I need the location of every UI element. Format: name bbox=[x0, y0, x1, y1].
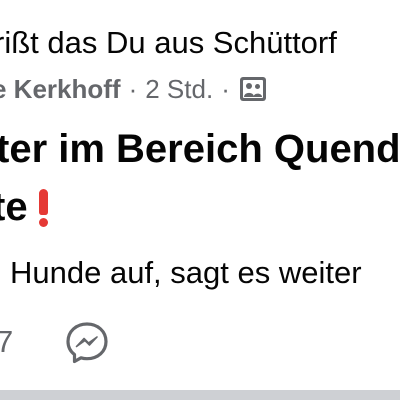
reaction-count[interactable]: 7 bbox=[0, 322, 13, 362]
messenger-share-button[interactable] bbox=[64, 320, 110, 366]
post-group-line[interactable]: rißt das Du aus Schüttorf bbox=[0, 23, 337, 63]
meta-separator: · bbox=[128, 74, 138, 104]
post-meta: e Kerkhoff · 2 Std. · bbox=[0, 72, 268, 106]
post-title-continued: te bbox=[0, 182, 48, 232]
messenger-icon bbox=[66, 322, 108, 364]
red-exclamation-icon bbox=[38, 187, 48, 227]
post-divider bbox=[0, 390, 400, 400]
post-title: ter im Bereich Quend bbox=[0, 127, 400, 171]
post-author[interactable]: e Kerkhoff bbox=[0, 72, 121, 106]
post-title-end: te bbox=[0, 185, 28, 229]
group-privacy-icon bbox=[238, 74, 268, 104]
meta-separator: · bbox=[221, 74, 230, 104]
post-body: Hunde auf, sagt es weiter bbox=[10, 255, 362, 290]
post-time[interactable]: 2 Std. bbox=[145, 72, 213, 106]
